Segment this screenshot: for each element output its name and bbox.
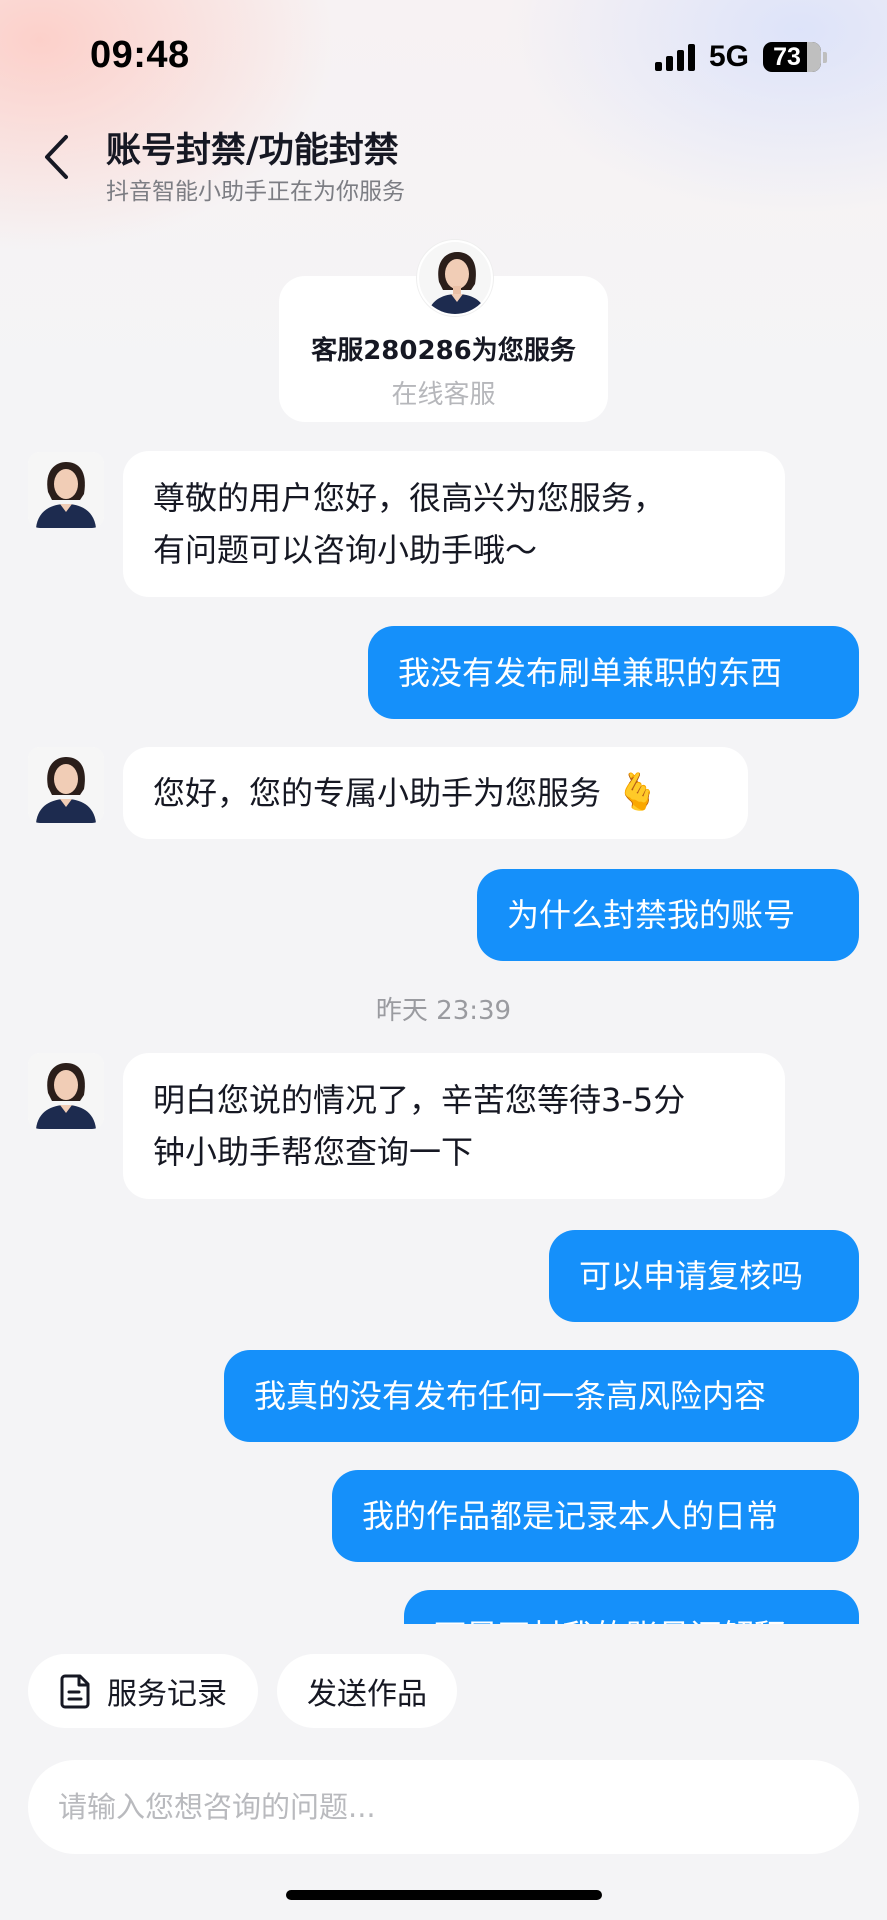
- page-title: 账号封禁/功能封禁: [106, 131, 399, 171]
- message-input-container[interactable]: [28, 1760, 859, 1854]
- page-subtitle: 抖音智能小助手正在为你服务: [106, 179, 405, 205]
- agent-status: 在线客服: [391, 380, 496, 410]
- finger-heart-emoji-icon: 🫰: [615, 772, 660, 813]
- agent-avatar-image: [28, 747, 104, 823]
- agent-avatar: [417, 240, 493, 316]
- send-work-button[interactable]: 发送作品: [277, 1654, 457, 1728]
- message-text: 为什么封禁我的账号: [507, 896, 796, 934]
- service-record-button[interactable]: 服务记录: [28, 1654, 258, 1728]
- chevron-left-icon: [45, 135, 68, 179]
- home-indicator[interactable]: [286, 1890, 602, 1900]
- status-indicators: 5G 73: [654, 40, 827, 74]
- agent-name: 客服280286为您服务: [311, 336, 576, 366]
- agent-message-bubble: 尊敬的用户您好，很高兴为您服务， 有问题可以咨询小助手哦～: [123, 451, 785, 597]
- agent-message-avatar: [28, 747, 104, 823]
- cellular-signal-icon: [654, 43, 695, 71]
- send-work-label: 发送作品: [307, 1677, 427, 1712]
- user-message-bubble: 我的作品都是记录本人的日常: [332, 1470, 859, 1562]
- agent-message-bubble: 明白您说的情况了，辛苦您等待3-5分 钟小助手帮您查询一下: [123, 1053, 785, 1199]
- agent-message-avatar: [28, 1053, 104, 1129]
- document-icon: [60, 1674, 90, 1709]
- message-text: 钟小助手帮您查询一下: [153, 1133, 474, 1171]
- message-text: 可是不封我的账号还解释: [434, 1610, 786, 1624]
- agent-message-bubble: 您好，您的专属小助手为您服务 🫰: [123, 747, 748, 839]
- user-message-bubble: 为什么封禁我的账号: [477, 869, 859, 961]
- agent-message-avatar: [28, 452, 104, 528]
- agent-avatar-image: [28, 1053, 104, 1129]
- message-timestamp: 昨天 23:39: [375, 996, 512, 1026]
- battery-level: 73: [773, 42, 801, 71]
- user-message-bubble: 我真的没有发布任何一条高风险内容: [224, 1350, 859, 1442]
- user-message-bubble: 可以申请复核吗: [549, 1230, 859, 1322]
- agent-avatar-image: [28, 452, 104, 528]
- user-message-bubble: 我没有发布刷单兼职的东西: [368, 626, 859, 719]
- battery-icon: 73: [763, 42, 821, 72]
- message-text: 尊敬的用户您好，很高兴为您服务，: [153, 479, 666, 517]
- message-text: 明白您说的情况了，辛苦您等待3-5分: [153, 1081, 686, 1119]
- user-message-bubble: 可是不封我的账号还解释: [404, 1590, 859, 1624]
- status-time: 09:48: [90, 34, 190, 76]
- message-text: 我的作品都是记录本人的日常: [362, 1497, 779, 1535]
- message-text: 我真的没有发布任何一条高风险内容: [254, 1377, 767, 1415]
- network-type: 5G: [708, 40, 749, 73]
- message-input[interactable]: [58, 1790, 818, 1824]
- message-text: 可以申请复核吗: [579, 1257, 804, 1295]
- message-text: 您好，您的专属小助手为您服务: [153, 774, 602, 812]
- back-button[interactable]: [36, 130, 76, 184]
- message-text: 有问题可以咨询小助手哦～: [153, 531, 538, 569]
- message-list-clip: 可是不封我的账号还解释: [0, 1590, 887, 1624]
- message-text: 我没有发布刷单兼职的东西: [398, 653, 783, 692]
- service-record-label: 服务记录: [107, 1677, 227, 1712]
